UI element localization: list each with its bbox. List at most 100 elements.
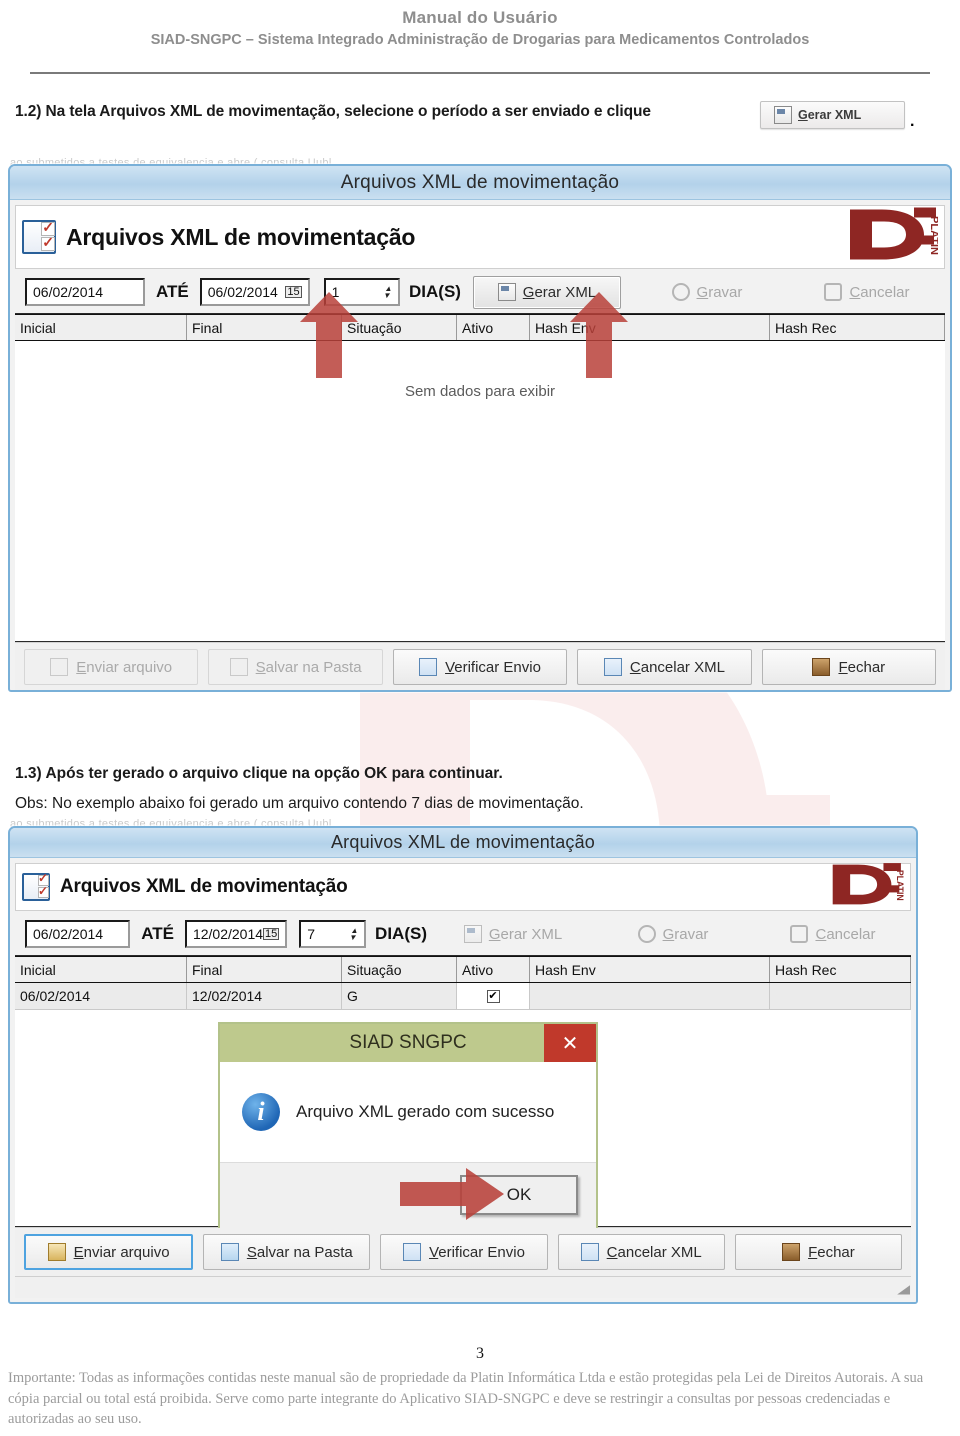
save-disk-icon-1 — [229, 658, 248, 676]
fechar-button-2[interactable]: Fechar — [734, 1234, 903, 1270]
date-start-value-2: 06/02/2014 — [33, 926, 104, 942]
window-2-title: Arquivos XML de movimentação — [330, 832, 596, 852]
platin-logo-2: PLATIN — [828, 862, 905, 913]
spinner-arrows-icon-1[interactable]: ▲ ▼ — [382, 284, 393, 300]
inline-gerar-xml-rest: erar XML — [807, 108, 862, 122]
step-1-2-period: . — [910, 113, 915, 130]
cancelar-button-1[interactable]: Cancelar — [793, 276, 941, 309]
enviar-arquivo-label-1: Enviar arquivo — [76, 658, 173, 676]
verificar-envio-label-2: Verificar Envio — [429, 1243, 525, 1261]
xml-document-icon — [774, 106, 792, 124]
arrow-to-ok-button — [400, 1168, 504, 1220]
window-2-toolbar: 06/02/2014 ATÉ 12/02/2014 15 7 ▲ ▼ DIA(S)… — [15, 911, 911, 955]
send-file-icon-1 — [50, 658, 69, 676]
arrow-to-calendar-picker — [300, 292, 358, 378]
salvar-na-pasta-label-2: Salvar na Pasta — [246, 1243, 353, 1261]
col-hash-env-1: Hash Env — [530, 315, 770, 340]
cancel-octagon-icon-1 — [824, 283, 843, 301]
gerar-xml-label-2: Gerar XML — [488, 925, 563, 943]
verificar-envio-button-2[interactable]: Verificar Envio — [380, 1234, 548, 1270]
empty-message-1: Sem dados para exibir — [404, 383, 556, 400]
col-hash-rec-2: Hash Rec — [770, 957, 911, 982]
fechar-button-1[interactable]: Fechar — [761, 649, 937, 685]
calendar-icon-2[interactable]: 15 — [263, 928, 280, 940]
col-ativo-1: Ativo — [457, 315, 530, 340]
col-final-2: Final — [187, 957, 342, 982]
step-1-3-body: Após ter gerado o arquivo clique na opçã… — [45, 765, 503, 782]
grid-empty-area-1: Sem dados para exibir — [15, 341, 945, 641]
ate-label-2: ATÉ — [141, 924, 174, 943]
date-end-input-1[interactable]: 06/02/2014 15 — [199, 278, 310, 306]
window-1-banner: ✓ ✓ Arquivos XML de movimentação PLATIN — [15, 205, 945, 269]
resize-grip-icon-2[interactable]: ◢ — [897, 1282, 910, 1296]
enviar-arquivo-button-2[interactable]: Enviar arquivo — [24, 1234, 194, 1270]
date-start-input-1[interactable]: 06/02/2014 — [25, 278, 145, 306]
fechar-label-1: Fechar — [838, 658, 886, 676]
salvar-na-pasta-button-2[interactable]: Salvar na Pasta — [203, 1234, 371, 1270]
cell-situacao: G — [342, 983, 457, 1009]
document-header: Manual do Usuário SIAD-SNGPC – Sistema I… — [0, 0, 960, 48]
window-1-titlebar: Arquivos XML de movimentação — [10, 166, 950, 200]
window-1-toolbar: 06/02/2014 ATÉ 06/02/2014 15 1 ▲ ▼ DIA(S)… — [15, 269, 945, 313]
inline-gerar-xml-button[interactable]: Gerar XML — [760, 101, 905, 129]
col-hash-env-2: Hash Env — [530, 957, 770, 982]
page-number: 3 — [476, 1345, 484, 1362]
xml-document-icon-1 — [497, 283, 516, 301]
xml-grid-1: Inicial Final Situação Ativo Hash Env Ha… — [15, 313, 945, 642]
ativo-checkbox[interactable]: ✔ — [486, 989, 500, 1003]
gerar-xml-button-2[interactable]: Gerar XML — [439, 918, 587, 951]
spinner-arrows-icon-2[interactable]: ▲ ▼ — [348, 926, 359, 942]
door-exit-icon-2 — [782, 1243, 801, 1261]
cancel-xml-icon-1 — [603, 658, 622, 676]
cell-hash-env — [530, 983, 770, 1009]
gravar-button-1[interactable]: Gravar — [633, 276, 781, 309]
window-2-statusbar: ◢ — [15, 1276, 911, 1298]
date-start-value-1: 06/02/2014 — [33, 284, 104, 300]
days-spinner-2[interactable]: 7 ▲ ▼ — [299, 920, 367, 948]
salvar-na-pasta-label-1: Salvar na Pasta — [255, 658, 362, 676]
step-1-3-obs: Obs: No exemplo abaixo foi gerado um arq… — [15, 795, 584, 812]
cell-ativo[interactable]: ✔ — [457, 983, 530, 1009]
window-2-titlebar: Arquivos XML de movimentação — [10, 828, 916, 858]
salvar-na-pasta-button-1[interactable]: Salvar na Pasta — [208, 649, 383, 685]
step-1-2-body: Na tela Arquivos XML de movimentação, se… — [45, 103, 651, 120]
step-1-3-text: 1.3) Após ter gerado o arquivo clique na… — [15, 765, 503, 783]
xml-document-icon-2 — [463, 925, 482, 943]
ate-label-1: ATÉ — [155, 282, 189, 301]
col-inicial-1: Inicial — [15, 315, 187, 340]
grid-header-row-2: Inicial Final Situação Ativo Hash Env Ha… — [15, 956, 911, 983]
enviar-arquivo-label-2: Enviar arquivo — [73, 1243, 170, 1261]
cancelar-xml-button-2[interactable]: Cancelar XML — [557, 1234, 725, 1270]
cancelar-button-2[interactable]: Cancelar — [759, 918, 907, 951]
cancelar-xml-button-1[interactable]: Cancelar XML — [577, 649, 752, 685]
manual-title: Manual do Usuário — [402, 8, 558, 27]
step-1-3-number: 1.3) — [15, 765, 42, 782]
step-1-2-text: 1.2) Na tela Arquivos XML de movimentaçã… — [15, 103, 651, 121]
window-1-footer-buttons: Enviar arquivo Salvar na Pasta Verificar… — [15, 642, 945, 690]
verificar-envio-label-1: Verificar Envio — [445, 658, 541, 676]
platin-logo: PLATIN — [846, 206, 940, 269]
enviar-arquivo-button-1[interactable]: Enviar arquivo — [24, 649, 199, 685]
dialog-titlebar: SIAD SNGPC ✕ — [220, 1024, 596, 1062]
window-1-title: Arquivos XML de movimentação — [340, 171, 620, 193]
date-start-input-2[interactable]: 06/02/2014 — [25, 920, 131, 948]
verificar-envio-button-1[interactable]: Verificar Envio — [392, 649, 568, 685]
table-row[interactable]: 06/02/2014 12/02/2014 G ✔ — [15, 983, 911, 1010]
manual-subtitle: SIAD-SNGPC – Sistema Integrado Administr… — [150, 32, 810, 48]
cancelar-label-2: Cancelar — [815, 925, 876, 943]
close-icon[interactable]: ✕ — [544, 1024, 596, 1062]
date-end-input-2[interactable]: 12/02/2014 15 — [184, 920, 288, 948]
gravar-label-2: Gravar — [662, 925, 709, 943]
arrow-to-gerar-xml-button — [570, 292, 628, 378]
dias-label-1: DIA(S) — [409, 282, 461, 301]
window-2-banner: ✓ ✓ Arquivos XML de movimentação PLATIN — [15, 863, 911, 911]
check-circle-icon-1 — [671, 283, 690, 301]
dialog-body: i Arquivo XML gerado com sucesso — [220, 1062, 596, 1162]
svg-text:PLATIN: PLATIN — [895, 870, 904, 901]
col-inicial-2: Inicial — [15, 957, 187, 982]
gravar-button-2[interactable]: Gravar — [599, 918, 747, 951]
page-footer-notice: Importante: Todas as informações contida… — [8, 1370, 924, 1428]
window-1-statusbar: ◢ — [15, 691, 945, 692]
cancelar-xml-label-1: Cancelar XML — [629, 658, 725, 676]
window-1-banner-title: Arquivos XML de movimentação — [66, 223, 416, 250]
